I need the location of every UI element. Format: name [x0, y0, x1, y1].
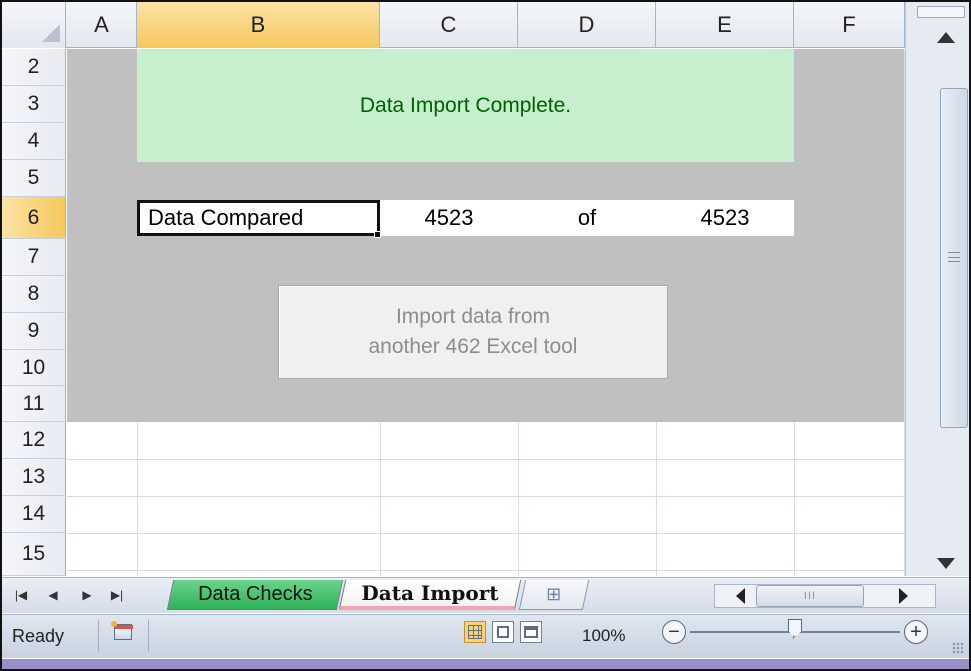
- scroll-left-icon[interactable]: [736, 588, 745, 604]
- compared-count: 4523: [424, 205, 474, 230]
- tab-label: Data Checks: [197, 583, 313, 605]
- total-count: 4523: [700, 205, 750, 230]
- zoom-out-button[interactable]: −: [662, 620, 686, 644]
- row-label: 7: [27, 245, 40, 268]
- cell-e6[interactable]: 4523: [656, 200, 794, 236]
- zoom-level-text: 100%: [582, 626, 626, 645]
- column-header-e[interactable]: E: [656, 2, 794, 48]
- column-f-label: F: [842, 12, 856, 37]
- insert-worksheet-button[interactable]: ⊞: [518, 580, 590, 610]
- row-header-12[interactable]: 12: [2, 422, 66, 459]
- import-data-button[interactable]: Import data from another 462 Excel tool: [278, 285, 668, 379]
- row-header-10[interactable]: 10: [2, 350, 66, 386]
- first-sheet-icon[interactable]: |◀: [12, 585, 30, 605]
- row-header-9[interactable]: 9: [2, 313, 66, 350]
- record-macro-icon[interactable]: [111, 621, 133, 640]
- import-button-line1: Import data from: [395, 305, 551, 328]
- row-label: 6: [27, 205, 40, 229]
- column-e-label: E: [717, 12, 732, 37]
- cell-d6[interactable]: of: [518, 200, 656, 236]
- scroll-up-icon[interactable]: [937, 32, 955, 43]
- row-label: 3: [27, 92, 40, 115]
- excel-window: Data Import Complete. Data Compared 4523…: [0, 0, 971, 671]
- row-label: 4: [27, 129, 40, 152]
- column-c-label: C: [440, 12, 457, 37]
- row-label: 15: [21, 542, 46, 565]
- last-sheet-icon[interactable]: ▶|: [108, 585, 126, 605]
- cell-c6[interactable]: 4523: [380, 200, 518, 236]
- column-a-label: A: [94, 12, 109, 37]
- row-header-6[interactable]: 6: [2, 197, 66, 239]
- insert-worksheet-icon: ⊞: [546, 584, 562, 604]
- row-label: 10: [21, 355, 46, 379]
- tab-data-import[interactable]: Data Import: [338, 580, 522, 610]
- row-header-7[interactable]: 7: [2, 239, 66, 276]
- grip-icon: III: [803, 590, 817, 602]
- row-label: 9: [27, 319, 40, 342]
- resize-grip-icon[interactable]: [952, 642, 964, 654]
- grid-line: [656, 422, 657, 576]
- grid-line: [794, 422, 795, 576]
- row-label: 2: [27, 55, 40, 78]
- cell-b6-active[interactable]: Data Compared: [137, 200, 380, 236]
- column-header-f[interactable]: F: [794, 2, 905, 48]
- status-ready: Ready: [12, 614, 64, 658]
- grid-line: [380, 422, 381, 576]
- status-ready-text: Ready: [12, 625, 65, 646]
- grip-icon: [948, 257, 960, 258]
- scroll-down-icon[interactable]: [937, 558, 955, 569]
- row-header-13[interactable]: 13: [2, 459, 66, 496]
- divider: [148, 620, 149, 652]
- row-header-3[interactable]: 3: [2, 86, 66, 123]
- data-compared-label: Data Compared: [148, 205, 304, 230]
- row-header-4[interactable]: 4: [2, 123, 66, 160]
- grid-line: [67, 570, 905, 571]
- of-text: of: [577, 205, 597, 230]
- grid-line: [67, 496, 905, 497]
- import-status-text: Data Import Complete.: [359, 93, 572, 117]
- row-header-11[interactable]: 11: [2, 386, 66, 422]
- zoom-level[interactable]: 100%: [582, 614, 625, 658]
- row-label: 14: [21, 502, 46, 525]
- next-sheet-icon[interactable]: ▶: [78, 585, 96, 605]
- column-b-label: B: [250, 12, 266, 37]
- row-header-5[interactable]: 5: [2, 160, 66, 197]
- row-label: 11: [22, 391, 45, 415]
- grid-line: [137, 422, 138, 576]
- scroll-right-icon[interactable]: [899, 588, 908, 604]
- import-status-banner: Data Import Complete.: [137, 49, 794, 162]
- taskbar-strip: [2, 659, 969, 669]
- grid-line: [67, 533, 905, 534]
- horizontal-scroll-thumb[interactable]: III: [756, 585, 864, 607]
- row-header-14[interactable]: 14: [2, 496, 66, 533]
- column-header-d[interactable]: D: [518, 2, 656, 48]
- column-header-b[interactable]: B: [137, 2, 380, 48]
- zoom-in-button[interactable]: +: [904, 620, 928, 644]
- page-layout-view-button[interactable]: [492, 621, 514, 643]
- row-header-8[interactable]: 8: [2, 276, 66, 313]
- row-label: 13: [21, 465, 46, 488]
- row-label: 8: [27, 282, 40, 305]
- row-header-2[interactable]: 2: [2, 49, 66, 86]
- normal-view-button[interactable]: [464, 621, 486, 643]
- row-label: 5: [27, 166, 40, 189]
- tab-data-checks[interactable]: Data Checks: [166, 580, 344, 610]
- prev-sheet-icon[interactable]: ◀: [44, 585, 62, 605]
- tab-label: Data Import: [361, 581, 499, 605]
- split-box[interactable]: [917, 6, 965, 18]
- grid-line: [67, 459, 905, 460]
- divider: [98, 620, 99, 652]
- column-header-a[interactable]: A: [67, 2, 137, 48]
- select-all-icon: [42, 24, 60, 42]
- row-header-15[interactable]: 15: [2, 533, 66, 576]
- column-d-label: D: [578, 12, 595, 37]
- grid-line: [518, 422, 519, 576]
- page-break-view-button[interactable]: [520, 621, 542, 643]
- plus-icon: +: [910, 620, 922, 643]
- column-header-c[interactable]: C: [380, 2, 518, 48]
- minus-icon: −: [668, 620, 680, 643]
- row-label: 12: [21, 428, 46, 451]
- import-button-line2: another 462 Excel tool: [368, 335, 578, 358]
